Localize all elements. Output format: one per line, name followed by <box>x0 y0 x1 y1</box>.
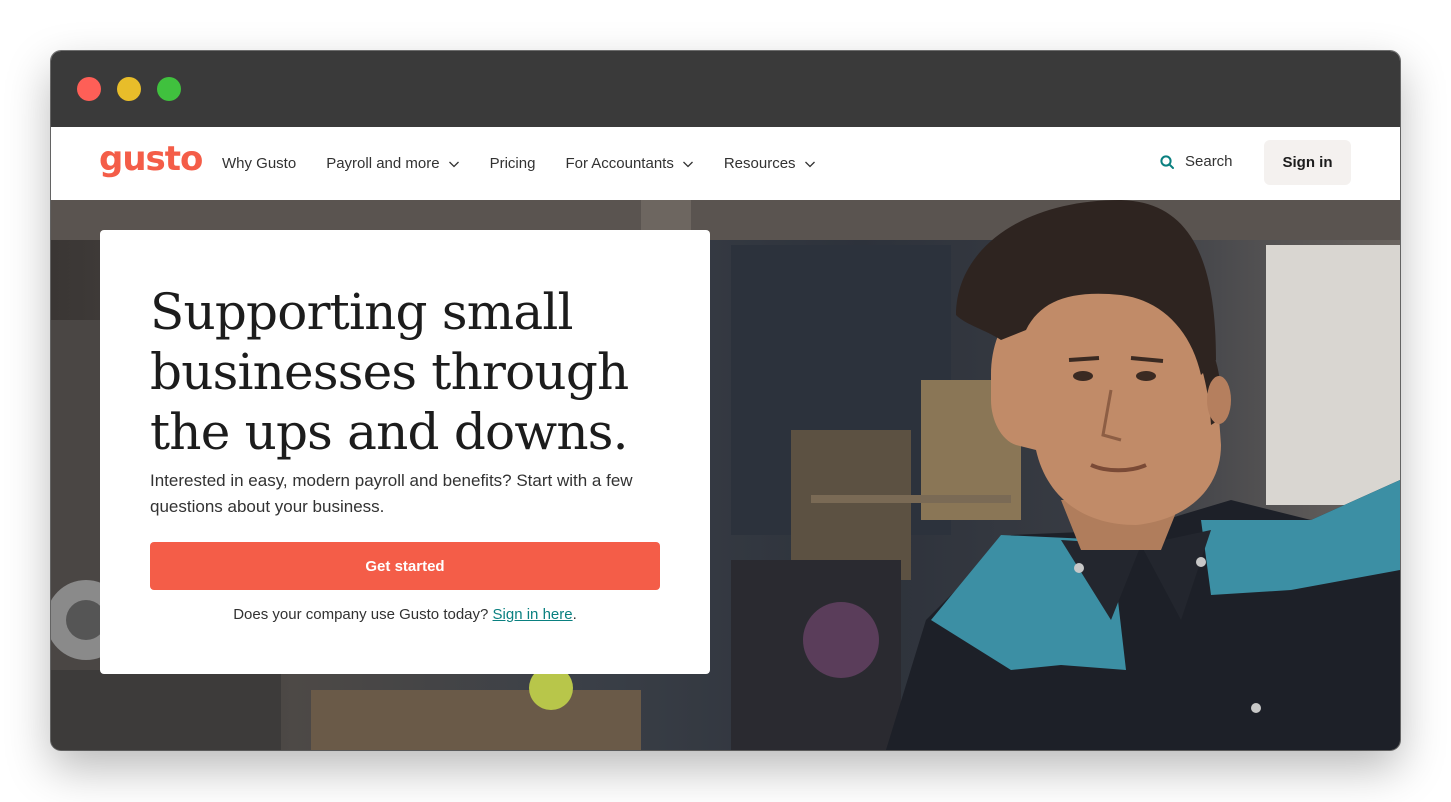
chevron-down-icon <box>682 161 693 167</box>
hero-headline: Supporting small businesses through the … <box>150 283 629 461</box>
close-window-button[interactable] <box>77 77 101 101</box>
existing-customer-prompt: Does your company use Gusto today? Sign … <box>150 606 660 623</box>
existing-customer-suffix: . <box>572 606 577 623</box>
browser-window: gusto Why Gusto Payroll and more Pricing… <box>51 51 1400 750</box>
nav-item-label: Resources <box>723 155 796 172</box>
chevron-down-icon <box>804 161 815 167</box>
nav-item-label: Why Gusto <box>222 155 297 172</box>
primary-nav: Why Gusto Payroll and more Pricing For A… <box>222 127 816 200</box>
search-button[interactable]: Search <box>1159 127 1233 196</box>
nav-item-label: For Accountants <box>565 155 674 172</box>
nav-item-payroll-and-more[interactable]: Payroll and more <box>326 155 459 172</box>
existing-customer-text: Does your company use Gusto today? <box>233 606 493 623</box>
hero-subtext: Interested in easy, modern payroll and b… <box>150 471 633 516</box>
signup-card: Supporting small businesses through the … <box>100 230 710 674</box>
get-started-button[interactable]: Get started <box>150 542 660 590</box>
sign-in-here-link[interactable]: Sign in here <box>493 606 573 623</box>
search-label: Search <box>1185 153 1233 170</box>
site-navbar: gusto Why Gusto Payroll and more Pricing… <box>51 127 1400 200</box>
search-icon <box>1160 154 1174 169</box>
nav-item-pricing[interactable]: Pricing <box>490 155 536 172</box>
minimize-window-button[interactable] <box>117 77 141 101</box>
nav-item-label: Pricing <box>489 155 536 172</box>
window-titlebar <box>51 51 1400 127</box>
gusto-logo[interactable]: gusto <box>99 139 203 179</box>
sign-in-button[interactable]: Sign in <box>1264 140 1351 185</box>
nav-item-label: Payroll and more <box>326 155 440 172</box>
chevron-down-icon <box>448 161 459 167</box>
zoom-window-button[interactable] <box>157 77 181 101</box>
nav-item-for-accountants[interactable]: For Accountants <box>565 155 693 172</box>
nav-item-why-gusto[interactable]: Why Gusto <box>222 155 296 172</box>
nav-item-resources[interactable]: Resources <box>724 155 816 172</box>
hero-section: Supporting small businesses through the … <box>51 200 1400 750</box>
